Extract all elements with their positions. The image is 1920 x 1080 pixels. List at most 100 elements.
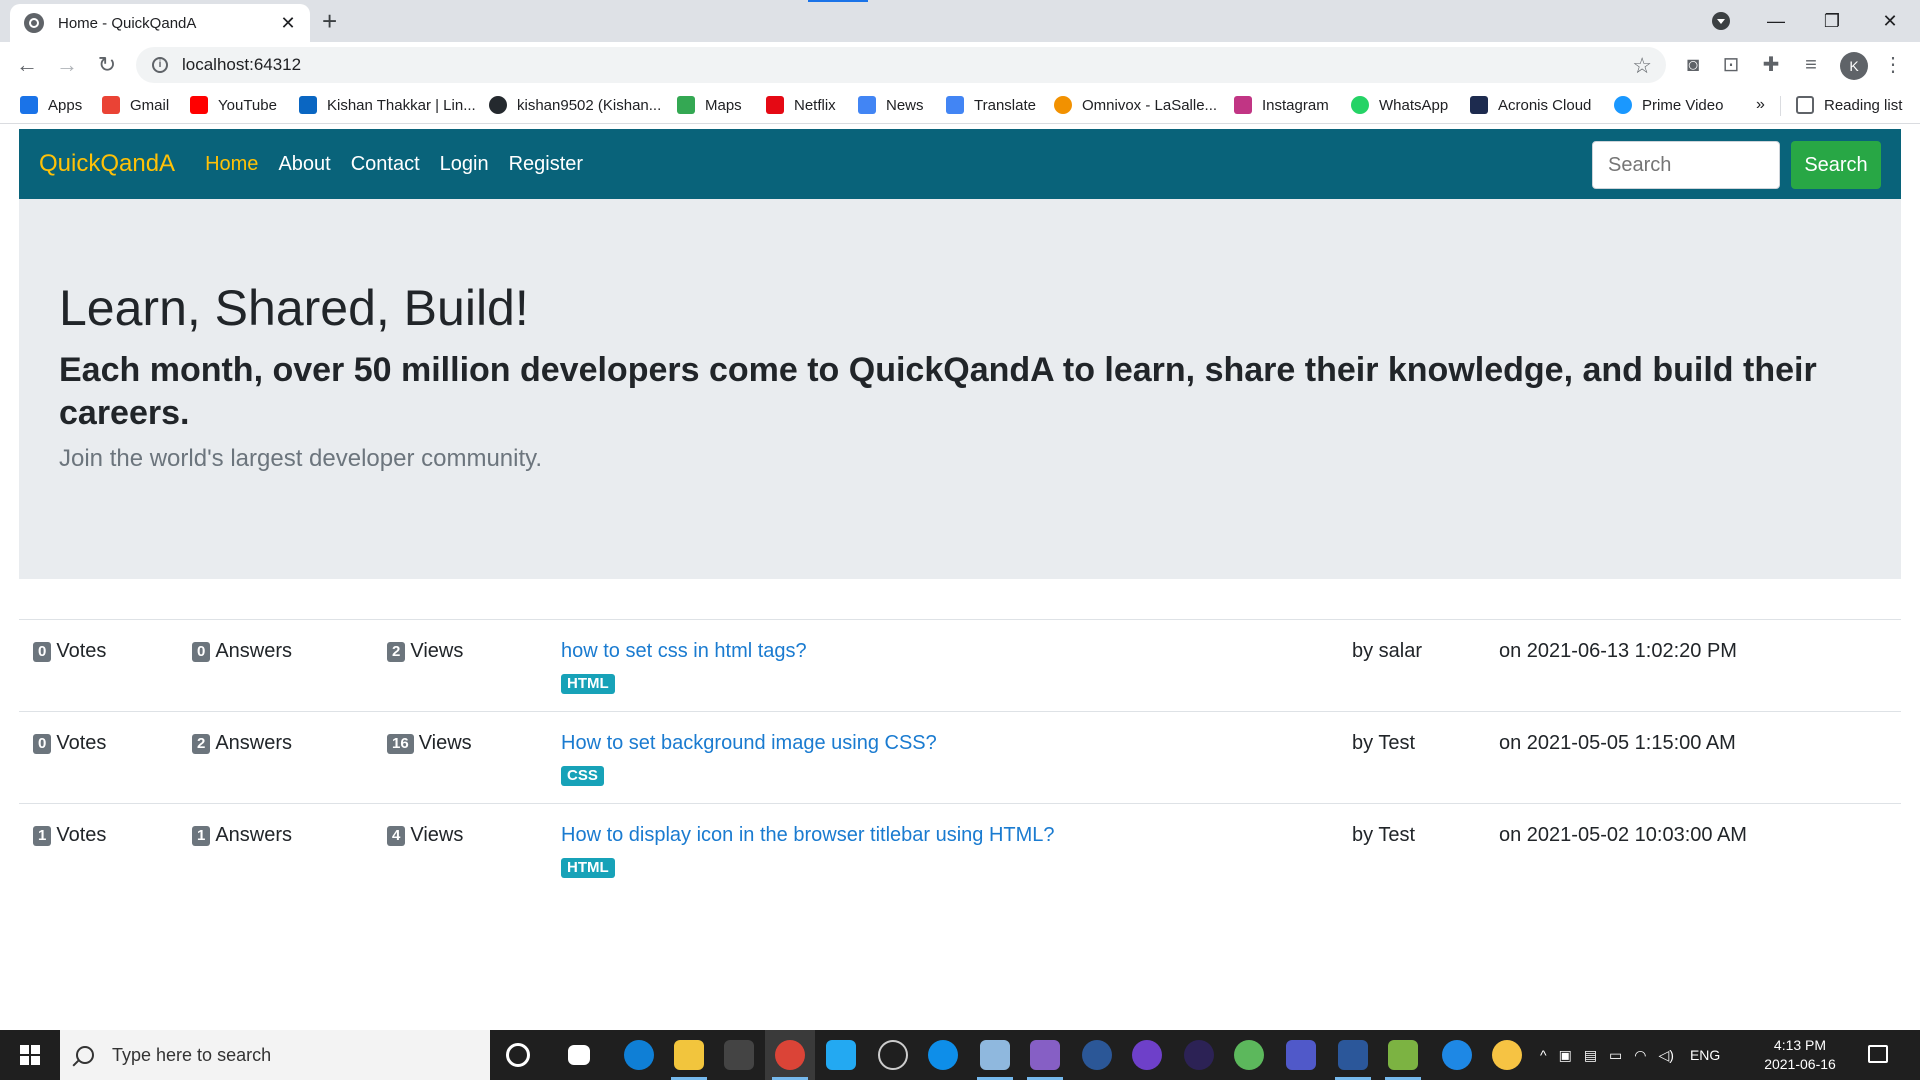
brand-logo[interactable]: QuickQandA bbox=[39, 150, 175, 178]
profile-avatar[interactable]: K bbox=[1840, 52, 1868, 80]
netflix-icon bbox=[766, 96, 784, 114]
cortana-icon[interactable] bbox=[506, 1043, 530, 1067]
site-info-icon[interactable]: i bbox=[152, 57, 168, 73]
bookmark-label: Instagram bbox=[1262, 96, 1329, 114]
question-title-link[interactable]: How to set background image using CSS? bbox=[561, 732, 937, 755]
address-bar[interactable]: i localhost:64312 ☆ bbox=[136, 47, 1666, 83]
tab-search-icon[interactable] bbox=[1712, 12, 1730, 30]
nav-contact[interactable]: Contact bbox=[351, 153, 420, 176]
nav-home[interactable]: Home bbox=[205, 153, 258, 176]
bookmark-item[interactable]: Maps bbox=[677, 96, 742, 114]
menu-kebab-icon[interactable]: ⋮ bbox=[1880, 52, 1906, 78]
hero-subtitle: Each month, over 50 million developers c… bbox=[59, 351, 1817, 432]
tab-strip-accent bbox=[808, 0, 868, 2]
wifi-icon[interactable]: ◠ bbox=[1634, 1047, 1646, 1064]
close-window-icon[interactable]: ✕ bbox=[1870, 6, 1910, 36]
bookmark-item[interactable]: Instagram bbox=[1234, 96, 1329, 114]
bookmark-item[interactable]: Kishan Thakkar | Lin... bbox=[299, 96, 476, 114]
bookmark-item[interactable]: Gmail bbox=[102, 96, 169, 114]
language-indicator[interactable]: ENG bbox=[1690, 1047, 1720, 1063]
question-title-link[interactable]: how to set css in html tags? bbox=[561, 640, 807, 663]
task-view-icon[interactable] bbox=[568, 1045, 590, 1065]
bookmark-star-icon[interactable]: ☆ bbox=[1632, 53, 1652, 79]
page-viewport: QuickQandA Home About Contact Login Regi… bbox=[0, 125, 1920, 1030]
chevron-up-icon[interactable]: ^ bbox=[1540, 1047, 1547, 1063]
visual-studio-icon[interactable] bbox=[1030, 1040, 1060, 1070]
screen-icon[interactable]: ▤ bbox=[1584, 1047, 1597, 1064]
omnivox-icon bbox=[1054, 96, 1072, 114]
question-tag[interactable]: CSS bbox=[561, 766, 604, 786]
start-button[interactable] bbox=[0, 1030, 60, 1080]
back-icon[interactable]: ← bbox=[12, 50, 42, 80]
views-count-badge: 2 bbox=[387, 641, 406, 662]
forward-icon[interactable]: → bbox=[52, 50, 82, 80]
app-w-icon[interactable] bbox=[1082, 1040, 1112, 1070]
teamviewer-icon[interactable] bbox=[928, 1040, 958, 1070]
teams-icon[interactable] bbox=[1286, 1040, 1316, 1070]
vscode-icon[interactable] bbox=[826, 1040, 856, 1070]
new-tab-button[interactable]: + bbox=[322, 6, 337, 36]
question-date: on 2021-06-13 1:02:20 PM bbox=[1499, 640, 1737, 662]
help-icon[interactable] bbox=[1442, 1040, 1472, 1070]
more-bookmarks-chevron-icon[interactable]: » bbox=[1756, 96, 1765, 114]
bookmark-item[interactable]: Apps bbox=[20, 96, 82, 114]
battery-icon[interactable]: ▭ bbox=[1609, 1047, 1622, 1064]
nav-about[interactable]: About bbox=[278, 153, 330, 176]
bookmark-item[interactable]: News bbox=[858, 96, 924, 114]
word-icon[interactable] bbox=[1338, 1040, 1368, 1070]
hero-jumbotron: Learn, Shared, Build! Each month, over 5… bbox=[19, 199, 1901, 579]
nav-login[interactable]: Login bbox=[440, 153, 489, 176]
taskbar-clock[interactable]: 4:13 PM 2021-06-16 bbox=[1760, 1036, 1840, 1074]
bookmark-item[interactable]: Prime Video bbox=[1614, 96, 1723, 114]
views-label: Views bbox=[410, 824, 464, 846]
question-title-link[interactable]: How to display icon in the browser title… bbox=[561, 824, 1055, 847]
utorrent-icon[interactable] bbox=[1234, 1040, 1264, 1070]
bookmark-item[interactable]: Acronis Cloud bbox=[1470, 96, 1591, 114]
question-tag[interactable]: HTML bbox=[561, 674, 615, 694]
meet-now-icon[interactable]: ▣ bbox=[1559, 1047, 1572, 1064]
eclipse-icon[interactable] bbox=[1184, 1040, 1214, 1070]
github-desktop-icon[interactable] bbox=[1132, 1040, 1162, 1070]
bookmark-label: Omnivox - LaSalle... bbox=[1082, 96, 1218, 114]
minimize-icon[interactable]: — bbox=[1756, 6, 1796, 36]
sublime-icon[interactable] bbox=[724, 1040, 754, 1070]
bookmark-item[interactable]: YouTube bbox=[190, 96, 277, 114]
file-explorer-icon[interactable] bbox=[674, 1040, 704, 1070]
extensions-icon[interactable]: ✚ bbox=[1758, 52, 1784, 78]
bookmark-label: Prime Video bbox=[1642, 96, 1724, 114]
votes-stat: 0 Votes bbox=[33, 732, 106, 755]
remote-desktop-icon[interactable] bbox=[980, 1040, 1010, 1070]
media-control-icon[interactable]: ≡ bbox=[1798, 52, 1824, 78]
views-label: Views bbox=[410, 640, 464, 662]
bookmark-item[interactable]: kishan9502 (Kishan... bbox=[489, 96, 661, 114]
speaker-icon[interactable]: ◁) bbox=[1659, 1047, 1674, 1064]
chrome-icon[interactable] bbox=[775, 1040, 805, 1070]
views-count-badge: 16 bbox=[387, 733, 414, 754]
bookmark-item[interactable]: Netflix bbox=[766, 96, 836, 114]
obs-icon[interactable] bbox=[878, 1040, 908, 1070]
notepad-icon[interactable] bbox=[1388, 1040, 1418, 1070]
restore-icon[interactable]: ❐ bbox=[1812, 6, 1852, 36]
search-input[interactable] bbox=[1592, 141, 1780, 189]
search-button[interactable]: Search bbox=[1791, 141, 1881, 189]
question-tag[interactable]: HTML bbox=[561, 858, 615, 878]
reading-list-button[interactable]: Reading list bbox=[1796, 96, 1902, 114]
url-text[interactable]: localhost:64312 bbox=[182, 55, 301, 75]
bookmark-item[interactable]: Translate bbox=[946, 96, 1036, 114]
bookmark-item[interactable]: WhatsApp bbox=[1351, 96, 1448, 114]
nav-register[interactable]: Register bbox=[509, 153, 583, 176]
weather-icon[interactable] bbox=[1492, 1040, 1522, 1070]
screenshot-icon[interactable]: ⊡ bbox=[1718, 52, 1744, 78]
bookmark-item[interactable]: Omnivox - LaSalle... bbox=[1054, 96, 1217, 114]
close-tab-icon[interactable]: ✕ bbox=[278, 13, 298, 34]
browser-tab[interactable]: Home - QuickQandA ✕ bbox=[10, 4, 310, 42]
edge-icon[interactable] bbox=[624, 1040, 654, 1070]
bookmark-label: Acronis Cloud bbox=[1498, 96, 1592, 114]
globe-icon bbox=[24, 13, 44, 33]
taskbar-search-box[interactable]: Type here to search bbox=[60, 1030, 490, 1080]
camera-icon[interactable]: ◙ bbox=[1680, 52, 1706, 78]
notification-icon[interactable] bbox=[1868, 1045, 1888, 1063]
reload-icon[interactable]: ↻ bbox=[92, 50, 122, 80]
answers-count-badge: 0 bbox=[192, 641, 211, 662]
search-icon bbox=[76, 1046, 94, 1064]
